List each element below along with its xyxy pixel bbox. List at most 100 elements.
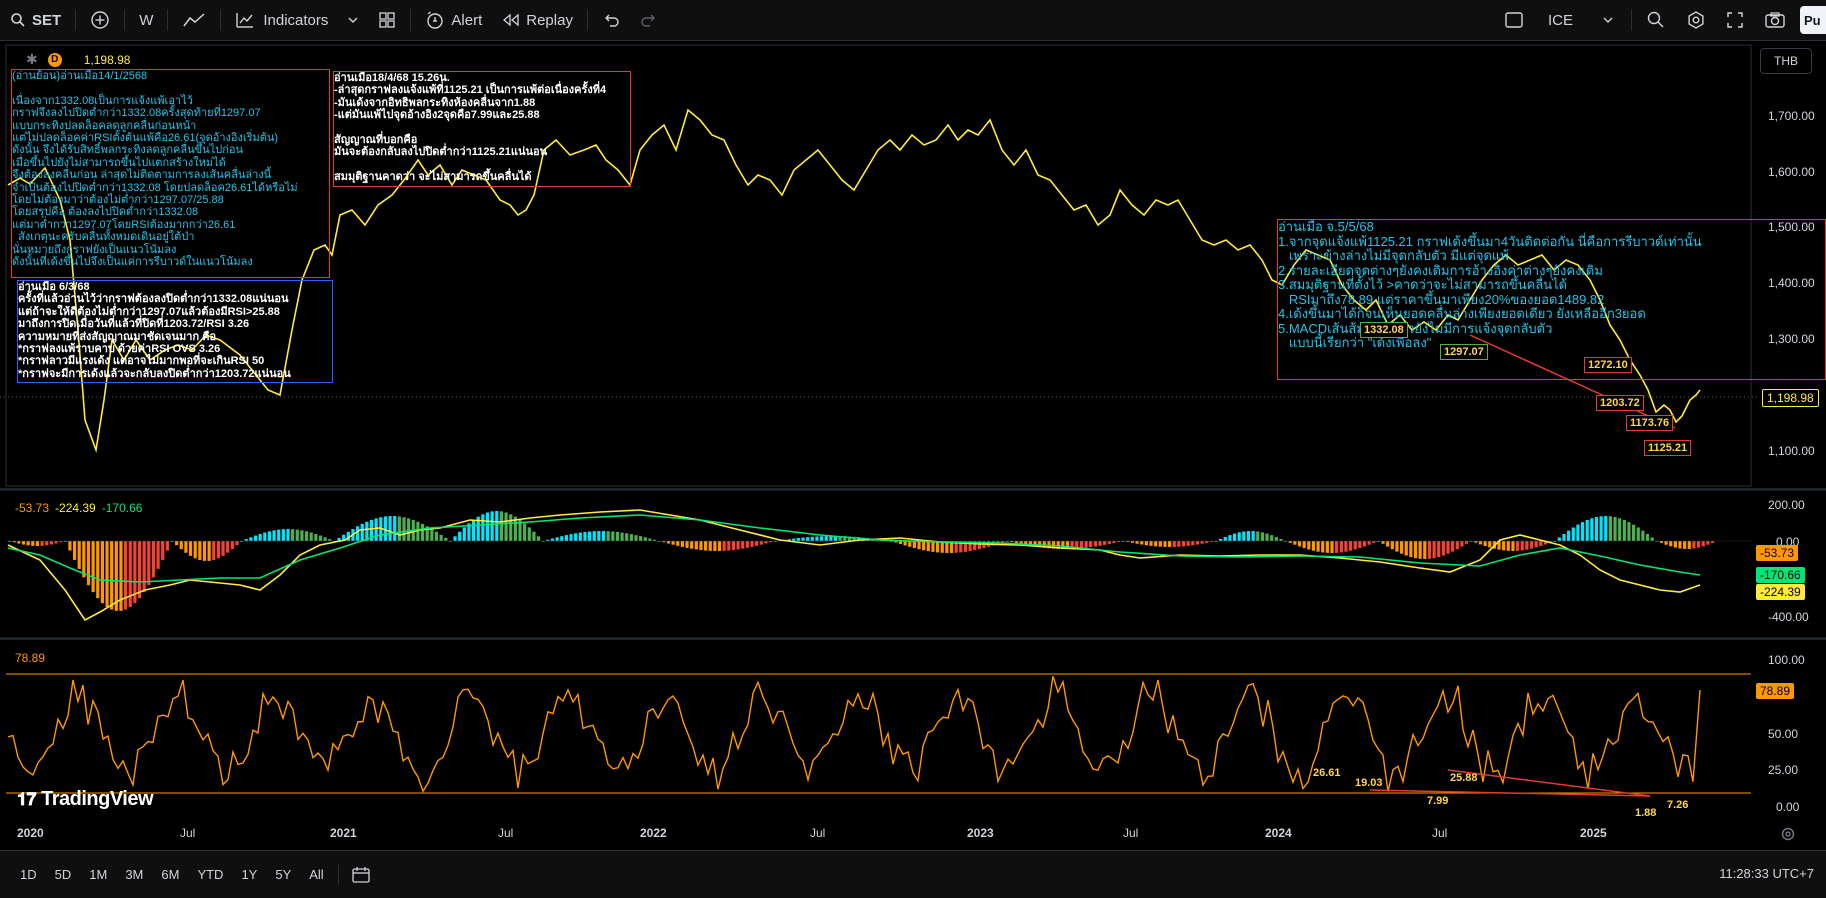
annotation-box-mar[interactable]: อ่านเมื่อ 6/3/68 ครั้งที่แล้วอ่านไว้ว่าก… — [17, 280, 333, 383]
quick-search-button[interactable] — [1636, 0, 1676, 40]
macd-histogram-bar — [249, 537, 253, 541]
range-all[interactable]: All — [309, 867, 323, 882]
macd-line-value: -224.39 — [55, 501, 96, 515]
price-label[interactable]: 1297.07 — [1440, 344, 1488, 360]
range-1d[interactable]: 1D — [20, 867, 37, 882]
macd-histogram-bar — [188, 541, 193, 556]
macd-histogram-bar — [1191, 541, 1195, 546]
snapshot-button[interactable] — [1754, 0, 1796, 40]
axis-settings-gear-icon[interactable] — [1780, 826, 1796, 842]
macd-histogram-bar — [1251, 531, 1255, 541]
macd-histogram-bar — [1135, 541, 1139, 544]
range-3m[interactable]: 3M — [125, 867, 143, 882]
pane-divider[interactable] — [0, 488, 1826, 491]
annotation-box-apr[interactable]: อ่านเมื่อ18/4/68 15.26น. -ล่าสุดกราฟลงแจ… — [333, 71, 631, 187]
templates-button[interactable] — [368, 0, 406, 40]
alert-button[interactable]: Alert — [415, 0, 492, 40]
macd-histogram-bar — [1706, 541, 1710, 545]
macd-histogram-bar — [1478, 541, 1483, 545]
macd-histogram-bar — [323, 537, 327, 541]
fullscreen-button[interactable] — [1716, 0, 1754, 40]
macd-histogram-bar — [1381, 541, 1385, 544]
macd-histogram-bar — [402, 517, 406, 541]
square-layout-icon — [1505, 12, 1523, 28]
macd-histogram-bar — [1613, 517, 1617, 541]
rsi-label[interactable]: 7.26 — [1664, 798, 1691, 812]
annotation-box-may[interactable]: อ่านเมื่อ จ.5/5/68 1.จากจุดแจ้งแพ้1125.2… — [1277, 219, 1826, 380]
macd-histogram-bar — [1367, 541, 1371, 545]
range-1m[interactable]: 1M — [89, 867, 107, 882]
layout-button[interactable] — [1494, 0, 1534, 40]
macd-histogram-bar — [1409, 541, 1413, 558]
macd-histogram-bar — [1307, 541, 1311, 550]
macd-histogram-bar — [439, 534, 443, 541]
macd-histogram-bar — [1089, 541, 1093, 548]
range-ytd[interactable]: YTD — [197, 867, 223, 882]
macd-hist-value: -53.73 — [15, 501, 50, 515]
range-6m[interactable]: 6M — [161, 867, 179, 882]
macd-histogram-bar — [161, 541, 165, 560]
range-1y[interactable]: 1Y — [241, 867, 257, 882]
tradingview-logo-text: TradingView — [41, 788, 154, 810]
price-label[interactable]: 1332.08 — [1360, 322, 1408, 338]
macd-histogram-bar — [1103, 541, 1107, 545]
price-label[interactable]: 1173.76 — [1626, 415, 1674, 431]
macd-histogram-bar — [304, 531, 309, 541]
macd-histogram-bar — [597, 531, 601, 541]
rsi-label[interactable]: 26.61 — [1310, 766, 1344, 780]
macd-histogram-bar — [105, 541, 109, 607]
replay-button[interactable]: Replay — [492, 0, 583, 40]
undo-button[interactable] — [592, 0, 630, 40]
macd-histogram-bar — [722, 541, 726, 551]
macd-histogram-bar — [318, 535, 323, 541]
macd-histogram-bar — [100, 541, 104, 604]
range-5y[interactable]: 5Y — [275, 867, 291, 882]
price-label[interactable]: 1125.21 — [1644, 440, 1692, 456]
macd-histogram-bar — [430, 528, 434, 541]
macd-histogram-bar — [564, 535, 568, 541]
macd-histogram-bar — [1302, 541, 1306, 549]
settings-button[interactable] — [1676, 0, 1716, 40]
macd-histogram-bar — [532, 531, 536, 541]
time-axis-label: Jul — [1432, 826, 1448, 840]
macd-histogram-bar — [704, 541, 708, 551]
annotation-box-jan[interactable]: (อ่านย้อน)อ่านเมื่อ14/1/2568 เนื่องจาก13… — [11, 69, 330, 278]
exchange-selector[interactable]: ICE — [1534, 0, 1627, 40]
macd-histogram-bar — [759, 541, 763, 545]
currency-badge[interactable]: THB — [1760, 48, 1812, 74]
compare-button[interactable] — [80, 0, 120, 40]
macd-histogram-bar — [388, 516, 392, 541]
chart-type-button[interactable] — [172, 0, 216, 40]
range-5d[interactable]: 5D — [55, 867, 72, 882]
macd-histogram-bar — [796, 538, 800, 541]
rsi-label[interactable]: 19.03 — [1352, 776, 1386, 790]
macd-histogram-bar — [592, 531, 596, 541]
divider — [75, 9, 77, 31]
date-range-calendar-icon[interactable] — [351, 866, 371, 884]
price-label[interactable]: 1203.72 — [1596, 395, 1644, 411]
macd-histogram-bar — [615, 531, 620, 541]
macd-histogram-bar — [1200, 541, 1204, 544]
macd-histogram-bar — [1144, 541, 1148, 546]
indicators-button[interactable]: Indicators — [225, 0, 338, 40]
publish-button[interactable]: Pu — [1800, 6, 1826, 34]
rsi-legend: 78.89 — [15, 651, 46, 665]
macd-histogram-bar — [806, 537, 810, 541]
bottom-toolbar: 1D 5D 1M 3M 6M YTD 1Y 5Y All 11:28:33 UT… — [0, 850, 1826, 898]
indicators-dropdown[interactable] — [338, 0, 368, 40]
symbol-search[interactable]: SET — [0, 0, 71, 40]
macd-histogram-bar — [1534, 541, 1538, 548]
macd-histogram-bar — [792, 538, 796, 541]
rsi-label[interactable]: 1.88 — [1632, 806, 1659, 820]
macd-histogram-bar — [601, 531, 606, 541]
interval-button[interactable]: W — [129, 0, 163, 40]
price-label[interactable]: 1272.10 — [1584, 357, 1632, 373]
pane-divider[interactable] — [0, 637, 1826, 640]
search-icon — [11, 13, 25, 27]
rsi-label[interactable]: 25.88 — [1447, 771, 1481, 785]
macd-histogram-bar — [1265, 533, 1269, 541]
macd-histogram-bar — [1696, 541, 1701, 548]
macd-histogram-bar — [1256, 531, 1260, 541]
rsi-label[interactable]: 7.99 — [1424, 794, 1451, 808]
redo-button[interactable] — [630, 0, 668, 40]
